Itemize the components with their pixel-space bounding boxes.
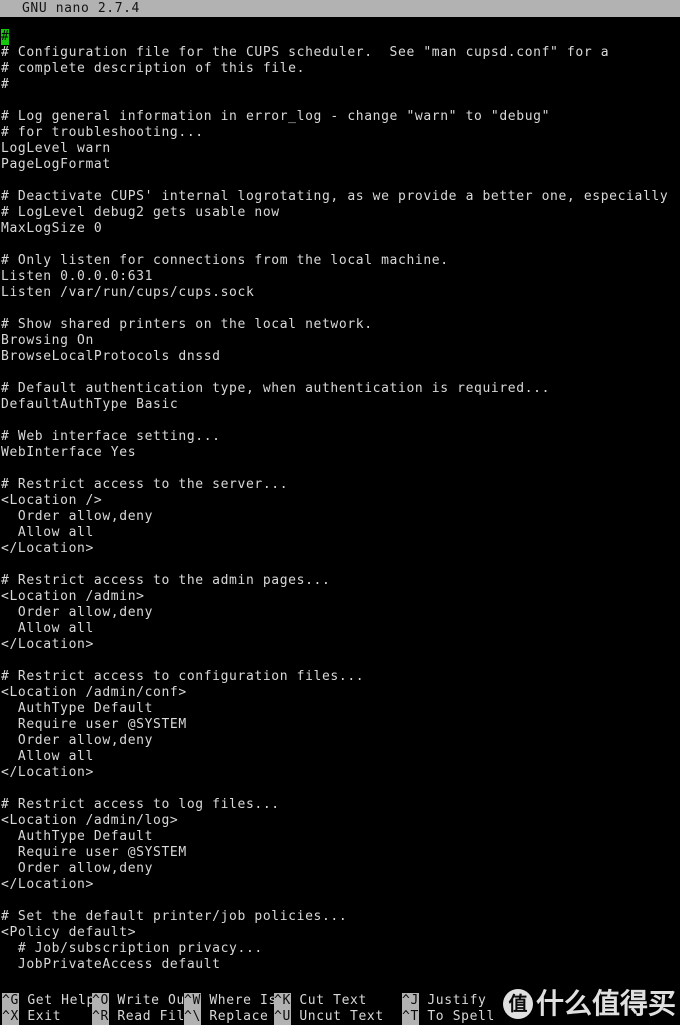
editor-line: # Set the default printer/job policies..…: [1, 909, 348, 924]
editor-line: </Location>: [1, 765, 94, 780]
shortcut-key: ^\: [184, 1009, 201, 1025]
shortcut-key: ^W: [184, 993, 201, 1009]
editor-line: BrowseLocalProtocols dnssd: [1, 349, 221, 364]
shortcut-replace[interactable]: ^\ Replace: [184, 1009, 268, 1025]
shortcut-key: ^U: [274, 1009, 291, 1025]
editor-line: <Location /admin>: [1, 589, 145, 604]
app-title: GNU nano 2.7.4: [22, 1, 140, 16]
shortcut-write-out[interactable]: ^O Write Out: [92, 993, 193, 1009]
editor-line: # Web interface setting...: [1, 429, 221, 444]
editor-line: # Show shared printers on the local netw…: [1, 317, 373, 332]
editor-line: </Location>: [1, 877, 94, 892]
shortcut-key: ^X: [2, 1009, 19, 1025]
shortcut-label: Cut Text: [290, 993, 367, 1008]
editor-line: # for troubleshooting...: [1, 125, 204, 140]
editor-line: # Job/subscription privacy...: [1, 941, 263, 956]
editor-line: # Restrict access to the server...: [1, 477, 289, 492]
editor-line: #: [1, 77, 10, 92]
shortcut-uncut-text[interactable]: ^U Uncut Text: [274, 1009, 384, 1025]
editor-line: PageLogFormat: [1, 157, 111, 172]
editor-line: Require user @SYSTEM: [1, 717, 187, 732]
editor-line: Allow all: [1, 525, 94, 540]
editor-line: # Log general information in error_log -…: [1, 109, 551, 124]
editor-line: <Policy default>: [1, 925, 137, 940]
editor-line: AuthType Default: [1, 701, 154, 716]
shortcut-bar: ^G Get Help ^O Write Out ^W Where Is ^K Cut…: [0, 992, 680, 1025]
shortcut-key: ^G: [2, 993, 19, 1009]
shortcut-get-help[interactable]: ^G Get Help: [2, 993, 95, 1009]
shortcut-key: ^O: [92, 993, 109, 1009]
editor-line: JobPrivateAccess default: [1, 957, 221, 972]
editor-line: Allow all: [1, 621, 94, 636]
shortcut-key: ^R: [92, 1009, 109, 1025]
shortcut-key: ^T: [402, 1009, 419, 1025]
editor-line: # Deactivate CUPS' internal logrotating,…: [1, 189, 669, 204]
editor-line: # complete description of this file.: [1, 61, 306, 76]
editor-line: Allow all: [1, 749, 94, 764]
editor-line: Browsing On: [1, 333, 94, 348]
editor-line: #: [0, 29, 680, 45]
shortcut-row-2: ^X Exit ^R Read File ^\ Replace ^U Uncut Te…: [0, 1009, 680, 1025]
shortcut-label: Get Help: [18, 993, 95, 1008]
nano-editor-window: GNU nano 2.7.4 # # Configuration file for…: [0, 0, 680, 1025]
editor-line: DefaultAuthType Basic: [1, 397, 179, 412]
shortcut-exit[interactable]: ^X Exit: [2, 1009, 61, 1025]
shortcut-key: ^J: [402, 993, 419, 1009]
editor-line: Order allow,deny: [1, 605, 154, 620]
editor-line: WebInterface Yes: [1, 445, 137, 460]
editor-line: # Configuration file for the CUPS schedu…: [1, 45, 610, 60]
shortcut-label: Where Is: [200, 993, 277, 1008]
editor-line: <Location /admin/log>: [1, 813, 179, 828]
editor-line: # Only listen for connections from the l…: [1, 253, 449, 268]
editor-line: </Location>: [1, 541, 94, 556]
editor-line: MaxLogSize 0: [1, 221, 103, 236]
editor-line: # Default authentication type, when auth…: [1, 381, 551, 396]
shortcut-where-is[interactable]: ^W Where Is: [184, 993, 277, 1009]
shortcut-cut-text[interactable]: ^K Cut Text: [274, 993, 367, 1009]
editor-line: # Restrict access to the admin pages...: [1, 573, 331, 588]
shortcut-label: Replace: [200, 1009, 269, 1024]
shortcut-label: To Spell: [418, 1009, 495, 1024]
text-cursor: #: [1, 29, 10, 45]
titlebar: GNU nano 2.7.4: [0, 0, 680, 17]
editor-line: LogLevel warn: [1, 141, 111, 156]
editor-line: Order allow,deny: [1, 509, 154, 524]
editor-line: Listen /var/run/cups/cups.sock: [1, 285, 255, 300]
editor-line: Order allow,deny: [1, 733, 154, 748]
shortcut-row-1: ^G Get Help ^O Write Out ^W Where Is ^K Cut…: [0, 993, 680, 1009]
editor-line: # Restrict access to configuration files…: [1, 669, 365, 684]
editor-line: # Restrict access to log files...: [1, 797, 280, 812]
shortcut-label: Justify: [418, 993, 487, 1008]
editor-line: Require user @SYSTEM: [1, 845, 187, 860]
text-buffer[interactable]: # # Configuration file for the CUPS sched…: [0, 29, 680, 981]
editor-line: Listen 0.0.0.0:631: [1, 269, 154, 284]
editor-line: <Location /admin/conf>: [1, 685, 187, 700]
editor-line: Order allow,deny: [1, 861, 154, 876]
shortcut-label: Read File: [108, 1009, 194, 1024]
editor-line: <Location />: [1, 493, 103, 508]
shortcut-to-spell[interactable]: ^T To Spell: [402, 1009, 495, 1025]
shortcut-read-file[interactable]: ^R Read File: [92, 1009, 193, 1025]
shortcut-justify[interactable]: ^J Justify: [402, 993, 486, 1009]
editor-line: # LogLevel debug2 gets usable now: [1, 205, 280, 220]
shortcut-label: Uncut Text: [290, 1009, 384, 1024]
shortcut-label: Write Out: [108, 993, 194, 1008]
editor-line: </Location>: [1, 637, 94, 652]
editor-line: AuthType Default: [1, 829, 154, 844]
shortcut-key: ^K: [274, 993, 291, 1009]
shortcut-label: Exit: [18, 1009, 62, 1024]
